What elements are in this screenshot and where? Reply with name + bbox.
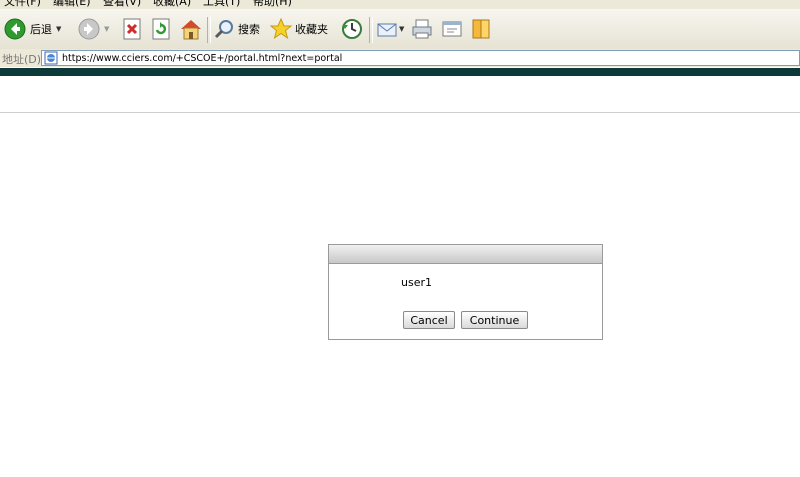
address-label: 地址(D) — [2, 53, 42, 66]
continue-button[interactable]: Continue — [461, 311, 528, 329]
mail-icon — [377, 23, 397, 37]
stop-button[interactable] — [122, 17, 142, 41]
content-divider — [0, 112, 800, 113]
dialog-titlebar — [329, 245, 602, 264]
address-url: https://www.cciers.com/+CSCOE+/portal.ht… — [62, 52, 343, 64]
refresh-button[interactable] — [151, 17, 171, 41]
username-text: user1 — [401, 276, 432, 289]
history-button[interactable] — [340, 17, 364, 41]
search-button[interactable]: 搜索 — [213, 17, 260, 41]
print-button[interactable] — [411, 17, 433, 41]
research-button[interactable] — [470, 17, 492, 41]
home-button[interactable] — [179, 17, 203, 41]
edit-button[interactable] — [441, 17, 463, 41]
mail-button[interactable]: ▼ — [376, 17, 404, 41]
refresh-icon — [152, 18, 170, 40]
menu-file[interactable]: 文件(F) — [4, 0, 41, 9]
toolbar-separator — [369, 17, 373, 43]
menu-bar: 文件(F) 编辑(E) 查看(V) 收藏(A) 工具(T) 帮助(H) — [0, 0, 800, 9]
printer-icon — [412, 19, 432, 39]
search-label: 搜索 — [238, 23, 260, 36]
back-arrow-icon — [4, 18, 26, 40]
menu-favorites[interactable]: 收藏(A) — [153, 0, 191, 9]
back-button[interactable]: 后退 ▼ — [4, 17, 61, 41]
history-icon — [342, 19, 362, 39]
star-icon — [270, 18, 292, 40]
stop-icon — [123, 18, 141, 40]
edit-page-icon — [442, 21, 462, 37]
address-input[interactable]: https://www.cciers.com/+CSCOE+/portal.ht… — [41, 50, 800, 66]
search-icon — [214, 20, 233, 39]
login-dialog: user1 Cancel Continue — [328, 244, 603, 340]
web-page-icon — [44, 51, 58, 65]
browser-window: 文件(F) 编辑(E) 查看(V) 收藏(A) 工具(T) 帮助(H) 后退 ▼… — [0, 0, 800, 477]
forward-button[interactable]: ▼ — [78, 17, 109, 41]
toolbar-separator — [207, 17, 211, 43]
page-header-band — [0, 68, 800, 76]
chevron-down-icon[interactable]: ▼ — [399, 25, 404, 33]
menu-tools[interactable]: 工具(T) — [203, 0, 240, 9]
chevron-down-icon[interactable]: ▼ — [104, 25, 109, 33]
book-icon — [472, 19, 490, 39]
menu-help[interactable]: 帮助(H) — [253, 0, 292, 9]
menu-edit[interactable]: 编辑(E) — [53, 0, 91, 9]
address-bar: 地址(D) https://www.cciers.com/+CSCOE+/por… — [0, 49, 800, 67]
forward-arrow-icon — [78, 18, 100, 40]
menu-view[interactable]: 查看(V) — [103, 0, 141, 9]
home-icon — [181, 20, 201, 40]
chevron-down-icon[interactable]: ▼ — [56, 25, 61, 33]
favorites-button[interactable]: 收藏夹 — [270, 17, 328, 41]
cancel-button[interactable]: Cancel — [403, 311, 455, 329]
back-label: 后退 — [30, 23, 52, 36]
toolbar: 后退 ▼ ▼ 搜索 收藏夹 ▼ — [0, 9, 800, 50]
favorites-label: 收藏夹 — [295, 23, 328, 36]
